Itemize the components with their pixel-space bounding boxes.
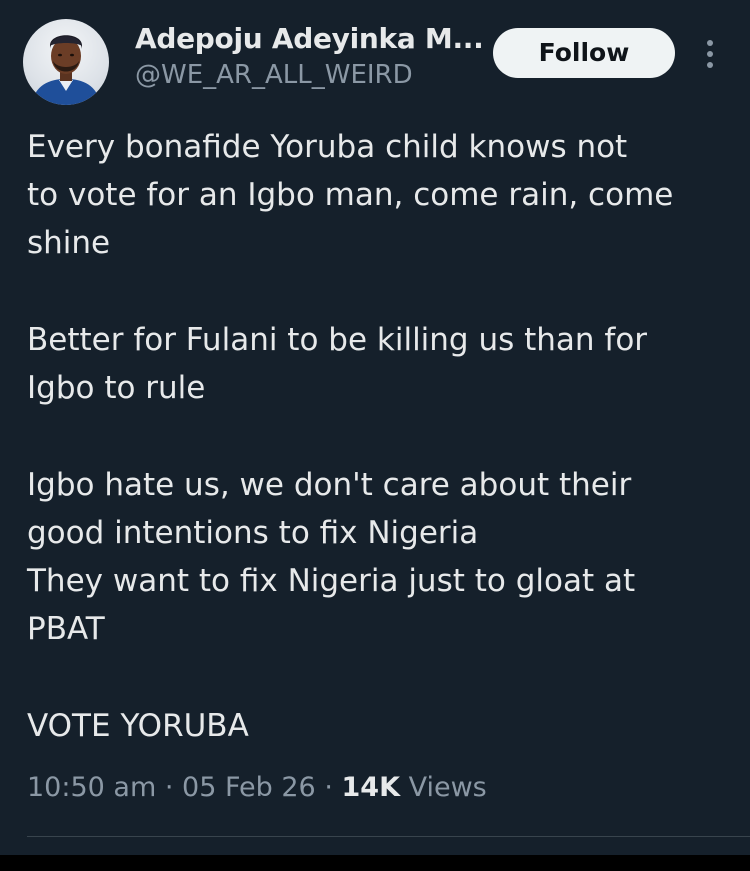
- meta-separator: ·: [164, 772, 174, 803]
- tweet-line: Igbo to rule: [27, 370, 206, 406]
- avatar[interactable]: [23, 19, 109, 105]
- tweet-meta: 10:50 am · 05 Feb 26 · 14K Views: [27, 772, 487, 803]
- tweet-line: Igbo hate us, we don't care about their: [27, 467, 632, 503]
- tweet-paragraph: Every bonafide Yoruba child knows not to…: [27, 123, 732, 267]
- tweet-text: Every bonafide Yoruba child knows not to…: [27, 123, 732, 799]
- tweet-line: Better for Fulani to be killing us than …: [27, 322, 648, 358]
- views-label[interactable]: Views: [409, 772, 487, 803]
- divider: [27, 836, 750, 837]
- vertical-ellipsis-icon[interactable]: [696, 38, 724, 70]
- tweet-line: Every bonafide Yoruba child knows not: [27, 129, 628, 165]
- meta-separator: ·: [324, 772, 333, 803]
- tweet-line: shine: [27, 225, 111, 261]
- tweet-paragraph: Igbo hate us, we don't care about their …: [27, 461, 732, 653]
- views-count[interactable]: 14K: [342, 772, 401, 803]
- tweet-time[interactable]: 10:50 am: [27, 772, 156, 803]
- tweet-card: Adepoju Adeyinka M... @WE_AR_ALL_WEIRD F…: [0, 0, 750, 855]
- tweet-line: good intentions to fix Nigeria: [27, 515, 479, 551]
- author-display-name[interactable]: Adepoju Adeyinka M...: [135, 22, 484, 55]
- tweet-line: VOTE YORUBA: [27, 708, 249, 744]
- tweet-line: PBAT: [27, 611, 105, 647]
- user-avatar-icon: [31, 35, 101, 105]
- follow-button[interactable]: Follow: [493, 28, 675, 78]
- tweet-paragraph: Better for Fulani to be killing us than …: [27, 316, 732, 412]
- tweet-line: to vote for an Igbo man, come rain, come: [27, 177, 674, 213]
- tweet-line: They want to fix Nigeria just to gloat a…: [27, 563, 636, 599]
- tweet-paragraph: VOTE YORUBA: [27, 702, 732, 750]
- tweet-date[interactable]: 05 Feb 26: [182, 772, 316, 803]
- author-handle[interactable]: @WE_AR_ALL_WEIRD: [135, 60, 413, 90]
